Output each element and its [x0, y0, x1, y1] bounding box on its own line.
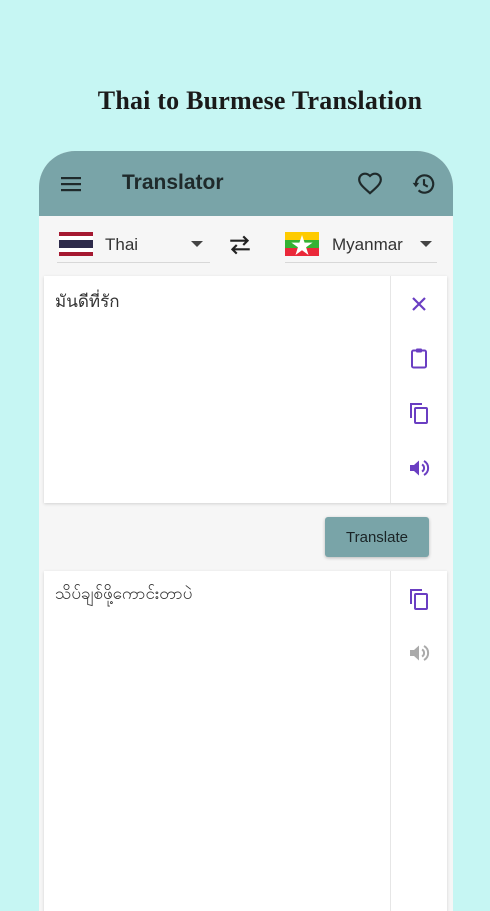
menu-icon[interactable]	[59, 172, 83, 196]
input-actions	[390, 276, 447, 503]
target-language-select[interactable]: Myanmar	[285, 226, 437, 263]
history-icon[interactable]	[411, 171, 437, 197]
app-title: Translator	[122, 171, 224, 194]
source-language-label: Thai	[105, 235, 139, 254]
translate-button[interactable]: Translate	[325, 517, 429, 557]
copy-icon[interactable]	[407, 587, 431, 611]
language-bar: Thai Myanmar	[39, 216, 453, 274]
copy-icon[interactable]	[407, 401, 431, 425]
thailand-flag-icon	[59, 232, 93, 256]
paste-icon[interactable]	[407, 346, 431, 370]
close-icon[interactable]	[407, 292, 431, 316]
speaker-icon[interactable]	[407, 641, 431, 665]
input-text-field[interactable]: มันดีที่รัก	[55, 288, 385, 315]
chevron-down-icon	[420, 241, 432, 247]
output-card: သိပ်ချစ်ဖို့ကောင်းတာပဲ	[44, 571, 447, 911]
source-language-select[interactable]: Thai	[57, 226, 210, 263]
input-card: มันดีที่รัก	[44, 276, 447, 503]
output-text: သိပ်ချစ်ဖို့ကောင်းတာပဲ	[55, 584, 193, 604]
swap-icon[interactable]	[227, 232, 253, 258]
speaker-icon[interactable]	[407, 456, 431, 480]
output-actions	[390, 571, 447, 911]
myanmar-flag-icon	[285, 232, 319, 256]
heart-icon[interactable]	[357, 171, 383, 197]
target-language-label: Myanmar	[332, 235, 403, 254]
promo-title: Thai to Burmese Translation	[97, 86, 423, 115]
chevron-down-icon	[191, 241, 203, 247]
app-screen: Translator Thai Myanmar มันดีที่รัก Tran…	[39, 151, 453, 911]
app-bar: Translator	[39, 151, 453, 216]
